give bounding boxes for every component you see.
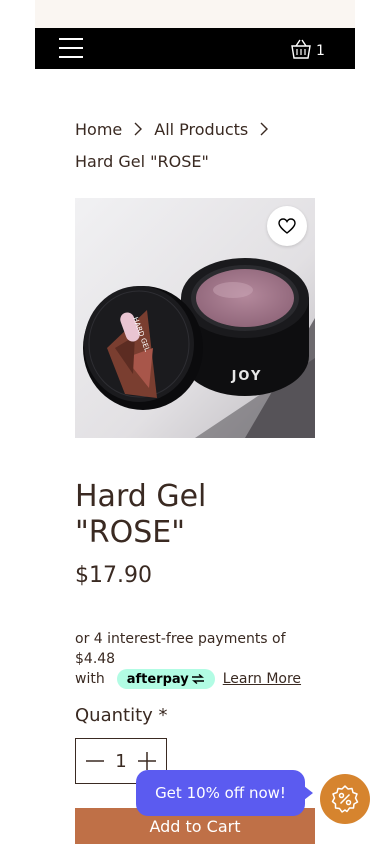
afterpay-badge: afterpay [116, 669, 215, 689]
cart-count: 1 [316, 43, 325, 59]
wishlist-button[interactable] [267, 206, 307, 246]
plus-icon [137, 752, 156, 770]
cart-button[interactable]: 1 [290, 36, 325, 61]
breadcrumb-current: Hard Gel "ROSE" [75, 152, 209, 171]
increment-button[interactable] [136, 750, 158, 772]
breadcrumb: Home All Products Hard Gel "ROSE" [75, 114, 335, 178]
top-strip [35, 0, 355, 28]
percent-badge-icon [331, 785, 359, 813]
chevron-right-icon [260, 122, 269, 136]
learn-more-link[interactable]: Learn More [223, 671, 301, 687]
decrement-button[interactable] [84, 750, 106, 772]
afterpay-with-label: with [75, 671, 105, 687]
quantity-value[interactable]: 1 [115, 751, 126, 772]
afterpay-arrows-icon [191, 674, 204, 684]
installments-text: or 4 interest-free payments of $4.48 [75, 631, 286, 667]
breadcrumb-home[interactable]: Home [75, 114, 122, 146]
product-image[interactable]: JOY HARD GEL [75, 198, 315, 438]
breadcrumb-all-products[interactable]: All Products [154, 114, 248, 146]
product-price: $17.90 [75, 563, 152, 588]
basket-icon [291, 39, 311, 59]
minus-icon [86, 760, 104, 762]
site-header: 1 [35, 28, 355, 69]
product-title: Hard Gel "ROSE" [75, 479, 207, 550]
menu-icon[interactable] [59, 38, 83, 59]
promo-button[interactable]: Get 10% off now! [136, 770, 313, 816]
heart-icon [278, 218, 296, 234]
chevron-right-icon [134, 122, 143, 136]
jar-brand-text: JOY [231, 369, 263, 384]
quantity-label: Quantity * [75, 705, 168, 726]
afterpay-row: with afterpay Learn More [75, 669, 301, 689]
afterpay-badge-label: afterpay [126, 671, 189, 687]
promo-badge-button[interactable] [320, 774, 370, 824]
